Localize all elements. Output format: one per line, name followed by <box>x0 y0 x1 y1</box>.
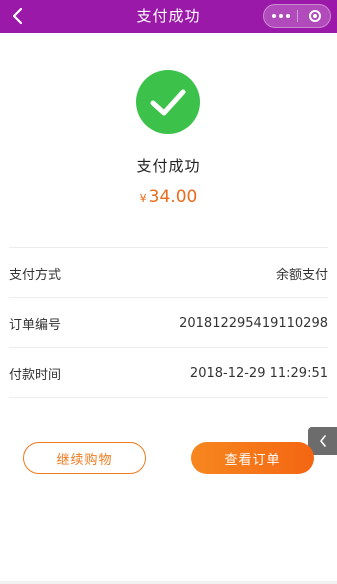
detail-row-order-number: 订单编号 201812295419110298 <box>9 298 328 348</box>
continue-shopping-button[interactable]: 继续购物 <box>23 442 146 474</box>
chevron-left-icon <box>319 435 326 447</box>
more-dots-icon <box>270 14 291 18</box>
check-circle-icon <box>136 70 200 134</box>
detail-label: 付款时间 <box>9 367 62 383</box>
detail-label: 订单编号 <box>9 317 62 333</box>
amount-value: 34.00 <box>148 187 198 207</box>
view-order-button[interactable]: 查看订单 <box>191 442 314 474</box>
more-button[interactable] <box>264 5 297 27</box>
currency-symbol: ¥ <box>139 192 147 205</box>
detail-value: 201812295419110298 <box>179 315 328 331</box>
nav-bar: 支付成功 <box>0 0 337 33</box>
detail-label: 支付方式 <box>9 267 62 283</box>
detail-row-payment-method: 支付方式 余额支付 <box>9 248 328 298</box>
payment-amount: ¥34.00 <box>0 187 337 207</box>
detail-value: 余额支付 <box>275 267 328 283</box>
target-close-icon <box>308 10 321 22</box>
close-mini-program-button[interactable] <box>298 5 331 27</box>
menu-capsule <box>263 4 331 28</box>
payment-status-text: 支付成功 <box>136 157 201 175</box>
divider <box>9 397 328 398</box>
detail-row-payment-time: 付款时间 2018-12-29 11:29:51 <box>9 348 328 398</box>
detail-value: 2018-12-29 11:29:51 <box>189 365 328 381</box>
